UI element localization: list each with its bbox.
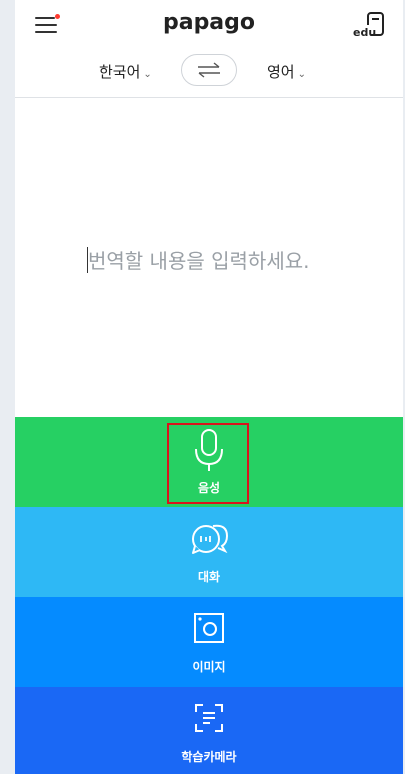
microphone-icon [195, 429, 223, 471]
chevron-down-icon: ⌄ [297, 69, 306, 80]
conversation-label: 대화 [197, 570, 221, 584]
target-language-select[interactable]: 영어 ⌄ [267, 61, 306, 82]
chat-bubbles-icon [192, 524, 229, 554]
swap-arrows-icon [198, 62, 220, 78]
source-language-label: 한국어 [99, 63, 141, 81]
learning-camera-label: 학습카메라 [181, 750, 237, 764]
papago-app: papago edu 한국어 ⌄ 영어 ⌄ 번역할 내용을 입력하세요. 음성 … [15, 0, 403, 774]
swap-language-button[interactable] [181, 54, 237, 86]
image-button[interactable]: 이미지 [15, 597, 403, 687]
conversation-button[interactable]: 대화 [15, 507, 403, 597]
voice-button[interactable]: 음성 [15, 417, 403, 507]
learning-camera-button[interactable]: 학습카메라 [15, 687, 403, 774]
voice-label: 음성 [197, 481, 221, 495]
header: papago edu [15, 0, 403, 50]
image-label: 이미지 [192, 660, 226, 674]
translation-input-area[interactable]: 번역할 내용을 입력하세요. [15, 99, 403, 417]
edu-icon: edu [353, 12, 384, 39]
svg-text:edu: edu [353, 26, 376, 39]
target-language-label: 영어 [267, 63, 295, 81]
input-placeholder: 번역할 내용을 입력하세요. [88, 249, 310, 273]
language-bar: 한국어 ⌄ 영어 ⌄ [15, 50, 403, 98]
image-frame-icon [194, 613, 224, 643]
chevron-down-icon: ⌄ [143, 69, 152, 80]
edu-button[interactable]: edu [351, 11, 387, 39]
scan-document-icon [195, 704, 223, 732]
papago-logo[interactable]: papago [15, 10, 403, 35]
source-language-select[interactable]: 한국어 ⌄ [99, 61, 152, 82]
